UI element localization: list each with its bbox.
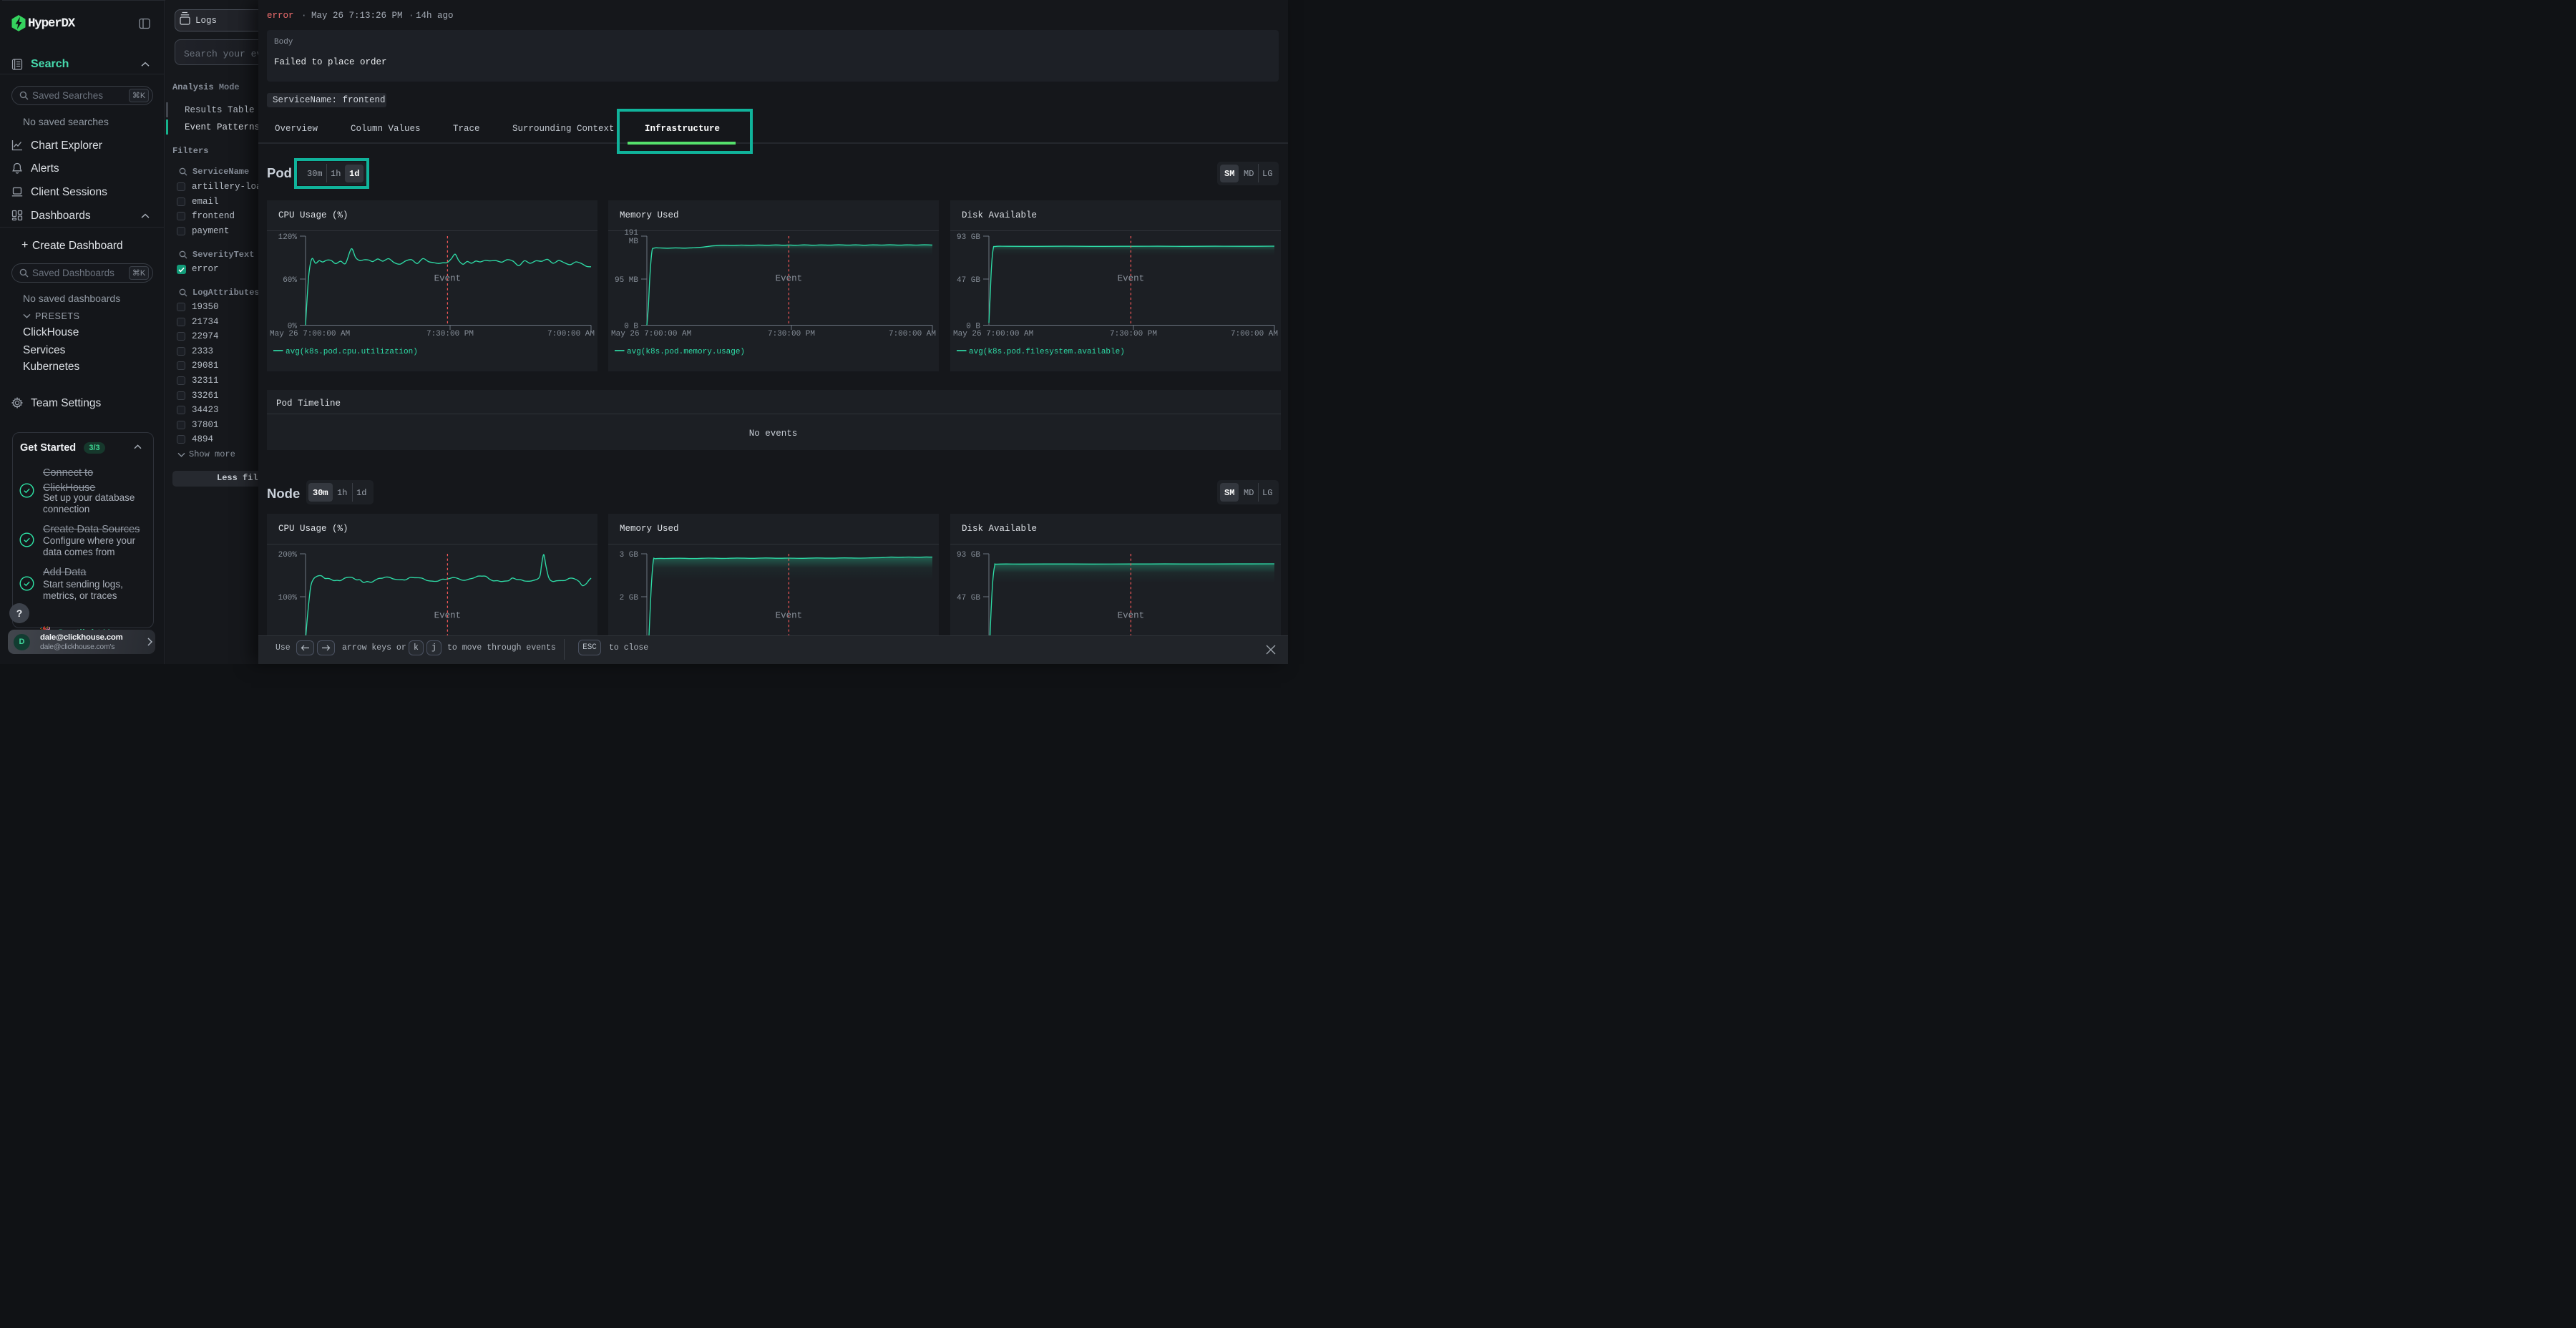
- svg-text:191: 191: [624, 229, 638, 238]
- svg-text:120%: 120%: [278, 233, 298, 242]
- svg-text:7:30:00 PM: 7:30:00 PM: [426, 330, 474, 338]
- svg-text:Event: Event: [434, 274, 462, 284]
- svg-text:100%: 100%: [278, 594, 298, 602]
- svg-text:200%: 200%: [278, 551, 298, 560]
- svg-text:7:00:00 AM: 7:00:00 AM: [1231, 330, 1278, 338]
- svg-text:Event: Event: [776, 274, 803, 284]
- svg-text:May 26 7:00:00 AM: May 26 7:00:00 AM: [270, 330, 350, 338]
- svg-text:Event: Event: [776, 611, 803, 621]
- svg-text:avg(k8s.pod.cpu.utilization): avg(k8s.pod.cpu.utilization): [286, 348, 418, 356]
- svg-text:93 GB: 93 GB: [957, 551, 980, 560]
- svg-text:MB: MB: [629, 238, 639, 246]
- svg-text:May 26 7:00:00 AM: May 26 7:00:00 AM: [611, 330, 691, 338]
- svg-text:7:30:00 PM: 7:30:00 PM: [1110, 330, 1157, 338]
- svg-text:95 MB: 95 MB: [615, 276, 638, 285]
- svg-text:93 GB: 93 GB: [957, 233, 980, 242]
- svg-text:60%: 60%: [283, 276, 297, 285]
- svg-text:7:00:00 AM: 7:00:00 AM: [547, 330, 595, 338]
- svg-text:47 GB: 47 GB: [957, 594, 980, 602]
- svg-text:3 GB: 3 GB: [620, 551, 639, 560]
- svg-text:7:00:00 AM: 7:00:00 AM: [889, 330, 936, 338]
- svg-text:Event: Event: [434, 611, 462, 621]
- svg-text:Event: Event: [1118, 611, 1145, 621]
- svg-text:May 26 7:00:00 AM: May 26 7:00:00 AM: [953, 330, 1033, 338]
- svg-text:47 GB: 47 GB: [957, 276, 980, 285]
- svg-text:7:30:00 PM: 7:30:00 PM: [768, 330, 815, 338]
- svg-text:avg(k8s.pod.memory.usage): avg(k8s.pod.memory.usage): [627, 348, 745, 356]
- svg-text:Event: Event: [1118, 274, 1145, 284]
- svg-text:avg(k8s.pod.filesystem.availab: avg(k8s.pod.filesystem.available): [969, 348, 1125, 356]
- svg-text:2 GB: 2 GB: [620, 594, 639, 602]
